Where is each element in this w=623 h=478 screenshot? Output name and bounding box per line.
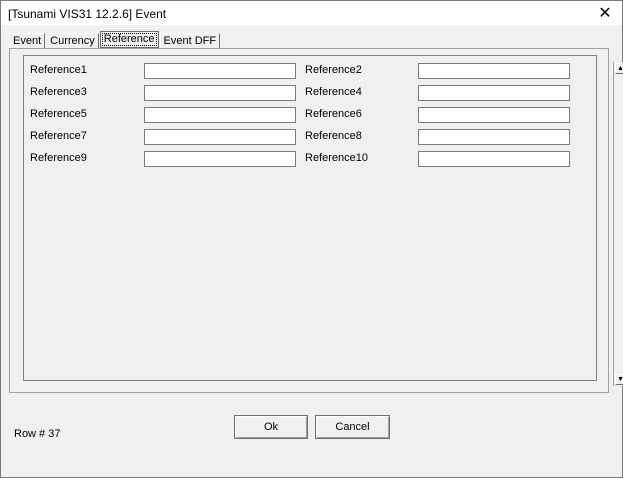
title-bar: [Tsunami VIS31 12.2.6] Event ✕ [1, 1, 622, 25]
reference1-label: Reference1 [30, 64, 87, 76]
window-title: [Tsunami VIS31 12.2.6] Event [8, 7, 167, 21]
reference4-label: Reference4 [305, 86, 362, 98]
scroll-down-icon[interactable]: ▼ [615, 374, 623, 385]
reference10-input[interactable] [418, 151, 570, 167]
tab-reference[interactable]: Reference [99, 31, 159, 48]
reference1-input[interactable] [144, 63, 296, 79]
reference8-label: Reference8 [305, 130, 362, 142]
reference2-label: Reference2 [305, 64, 362, 76]
reference6-input[interactable] [418, 107, 570, 123]
reference-fields-frame: Reference1 Reference2 Reference3 Referen… [23, 55, 623, 386]
vertical-scrollbar[interactable]: ▲ ▼ [613, 62, 623, 386]
ok-button[interactable]: Ok [234, 415, 308, 439]
reference-tab-panel: Reference1 Reference2 Reference3 Referen… [9, 48, 623, 393]
reference7-label: Reference7 [30, 130, 87, 142]
reference5-input[interactable] [144, 107, 296, 123]
reference6-label: Reference6 [305, 108, 362, 120]
event-dialog: [Tsunami VIS31 12.2.6] Event ✕ Event Cur… [0, 0, 623, 478]
reference3-label: Reference3 [30, 86, 87, 98]
reference2-input[interactable] [418, 63, 570, 79]
tab-strip: Event Currency Reference Event DFF [9, 31, 221, 48]
tab-event-dff[interactable]: Event DFF [159, 33, 221, 48]
reference5-label: Reference5 [30, 108, 87, 120]
reference9-label: Reference9 [30, 152, 87, 164]
row-count-label: Row # 37 [14, 428, 61, 440]
reference7-input[interactable] [144, 129, 296, 145]
scroll-up-icon[interactable]: ▲ [615, 63, 623, 74]
tab-event[interactable]: Event [9, 33, 46, 48]
reference3-input[interactable] [144, 85, 296, 101]
tab-currency[interactable]: Currency [46, 33, 99, 48]
reference4-input[interactable] [418, 85, 570, 101]
cancel-button[interactable]: Cancel [315, 415, 390, 439]
reference8-input[interactable] [418, 129, 570, 145]
close-icon[interactable]: ✕ [588, 1, 622, 25]
reference10-label: Reference10 [305, 152, 368, 164]
reference9-input[interactable] [144, 151, 296, 167]
